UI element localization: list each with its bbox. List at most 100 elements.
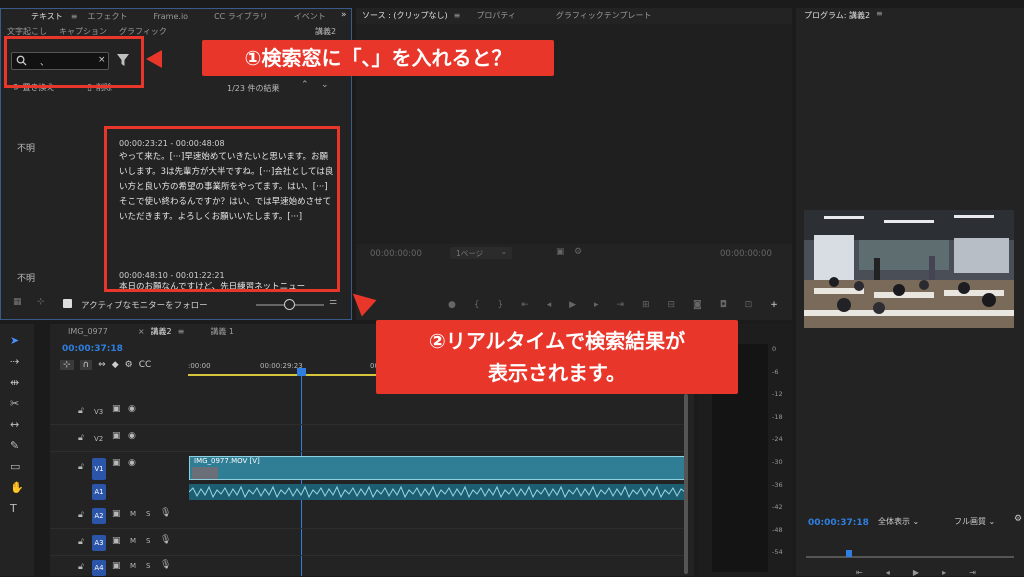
sync-icon[interactable]: ▣	[112, 458, 121, 468]
tab-lecture2[interactable]: 講義2	[151, 326, 172, 337]
program-timecode[interactable]: 00:00:37:18	[808, 518, 869, 528]
overflow-icon[interactable]: »	[341, 10, 347, 20]
caption-icon[interactable]: ▦	[13, 297, 22, 307]
play-icon[interactable]: ▶	[569, 300, 576, 310]
sync-icon[interactable]: ▣	[112, 431, 121, 441]
tab-effects[interactable]: エフェクト	[87, 11, 127, 22]
source-export-icon[interactable]: ▣	[556, 247, 565, 257]
sync-icon[interactable]: ▣	[112, 404, 121, 414]
button-editor-icon[interactable]: ⊡	[745, 300, 753, 310]
audio-clip[interactable]	[189, 484, 685, 500]
wrench-icon[interactable]: ⚙	[125, 360, 133, 370]
marker-icon[interactable]: ●	[448, 300, 456, 310]
track-label[interactable]: V2	[94, 435, 103, 443]
timeline-menu-icon[interactable]: ≡	[178, 327, 185, 336]
type-tool-icon[interactable]: T	[10, 502, 24, 515]
source-menu-icon[interactable]: ≡	[454, 11, 461, 20]
step-forward-icon[interactable]: ▸	[594, 300, 599, 310]
razor-tool-icon[interactable]: ✂	[10, 397, 24, 410]
tab-source[interactable]: ソース : (クリップなし)	[362, 10, 448, 21]
export-frame-icon[interactable]: ◙	[693, 300, 702, 310]
mic-icon[interactable]: 🎙︎	[160, 508, 171, 518]
close-icon[interactable]: ×	[138, 327, 145, 336]
tab-img0977[interactable]: IMG_0977	[68, 327, 108, 336]
go-to-out-icon[interactable]: ⇥	[617, 300, 625, 310]
track-label[interactable]: A2	[92, 508, 106, 524]
nest-icon[interactable]: ⊹	[60, 360, 74, 370]
mark-out-icon[interactable]: }	[498, 300, 504, 310]
marker-icon[interactable]: ◆	[112, 360, 119, 370]
insert-icon[interactable]: ⊞	[642, 300, 650, 310]
mic-icon[interactable]: 🎙︎	[160, 560, 171, 570]
captions-icon[interactable]: CC	[139, 360, 152, 370]
track-label[interactable]: A1	[92, 484, 106, 500]
solo-button[interactable]: S	[146, 537, 150, 545]
sync-icon[interactable]: ▣	[112, 561, 121, 571]
ripple-edit-tool-icon[interactable]: ⇹	[10, 376, 24, 389]
mic-icon[interactable]: 🎙︎	[160, 535, 171, 545]
align-icon[interactable]: ⊹	[37, 297, 45, 307]
step-back-icon[interactable]: ◂	[547, 300, 552, 310]
quality-select[interactable]: フル画質 ⌄	[954, 516, 995, 527]
snap-icon[interactable]: ∩	[79, 360, 93, 370]
rectangle-tool-icon[interactable]: ▭	[10, 460, 24, 473]
add-button-icon[interactable]: +	[770, 300, 778, 310]
tab-graphic-templates[interactable]: グラフィックテンプレート	[556, 10, 652, 21]
track-select-tool-icon[interactable]: ⇢	[10, 355, 24, 368]
page-select[interactable]: 1ページ ⌄	[450, 247, 512, 259]
slip-tool-icon[interactable]: ↔	[10, 418, 24, 431]
tab-menu-icon[interactable]: ≡	[71, 12, 78, 21]
mark-in-icon[interactable]: {	[474, 300, 480, 310]
sync-icon[interactable]: ▣	[112, 536, 121, 546]
next-result-icon[interactable]: ⌄	[321, 80, 329, 90]
source-timecode-in[interactable]: 00:00:00:00	[370, 249, 422, 259]
program-wrench-icon[interactable]: ⚙	[1014, 514, 1022, 524]
timeline-timecode[interactable]: 00:00:37:18	[62, 344, 123, 354]
source-wrench-icon[interactable]: ⚙	[574, 247, 582, 257]
zoom-slider[interactable]	[256, 299, 324, 310]
track-label[interactable]: A3	[92, 535, 106, 551]
tab-lecture1[interactable]: 講義 1	[210, 326, 234, 337]
lock-icon[interactable]: 🔓︎	[78, 510, 84, 520]
selection-tool-icon[interactable]: ➤	[10, 334, 24, 347]
lock-icon[interactable]: 🔓︎	[78, 406, 84, 416]
eye-icon[interactable]: ◉	[128, 431, 136, 441]
camera-icon[interactable]: ◘	[720, 300, 727, 310]
follow-checkbox[interactable]	[63, 299, 72, 308]
playhead-handle[interactable]	[297, 368, 306, 376]
lock-icon[interactable]: 🔓︎	[78, 433, 84, 443]
lock-icon[interactable]: 🔓︎	[78, 562, 84, 572]
program-menu-icon[interactable]: ≡	[876, 9, 883, 18]
track-label[interactable]: A4	[92, 560, 106, 576]
linked-icon[interactable]: ⇔	[98, 360, 106, 370]
fit-select[interactable]: 全体表示 ⌄	[878, 516, 919, 527]
mute-button[interactable]: M	[130, 537, 136, 545]
track-label[interactable]: V3	[94, 408, 103, 416]
overwrite-icon[interactable]: ⊟	[668, 300, 676, 310]
eye-icon[interactable]: ◉	[128, 404, 136, 414]
track-label[interactable]: V1	[92, 458, 106, 480]
lock-icon[interactable]: 🔓︎	[78, 462, 84, 472]
mute-button[interactable]: M	[130, 510, 136, 518]
tab-text[interactable]: テキスト	[31, 11, 63, 22]
program-scrubber[interactable]	[806, 550, 1014, 558]
sync-icon[interactable]: ▣	[112, 509, 121, 519]
pen-tool-icon[interactable]: ✎	[10, 439, 24, 452]
solo-button[interactable]: S	[146, 562, 150, 570]
zoom-slider-handle[interactable]	[284, 299, 295, 310]
program-playhead[interactable]	[846, 550, 852, 557]
solo-button[interactable]: S	[146, 510, 150, 518]
vertical-scrollbar[interactable]	[684, 394, 688, 574]
tab-frameio[interactable]: Frame.io	[153, 12, 188, 21]
settings-sliders-icon[interactable]: ⚌	[329, 297, 337, 307]
tab-cc-libraries[interactable]: CC ライブラリ	[214, 11, 268, 22]
mute-button[interactable]: M	[130, 562, 136, 570]
lock-icon[interactable]: 🔓︎	[78, 537, 84, 547]
tab-properties[interactable]: プロパティ	[476, 10, 516, 21]
prev-result-icon[interactable]: ⌃	[301, 80, 309, 90]
video-clip[interactable]: IMG_0977.MOV [V]	[189, 456, 685, 480]
go-to-in-icon[interactable]: ⇤	[521, 300, 529, 310]
hand-tool-icon[interactable]: ✋	[10, 481, 24, 494]
eye-icon[interactable]: ◉	[128, 458, 136, 468]
tab-events[interactable]: イベント	[294, 11, 326, 22]
